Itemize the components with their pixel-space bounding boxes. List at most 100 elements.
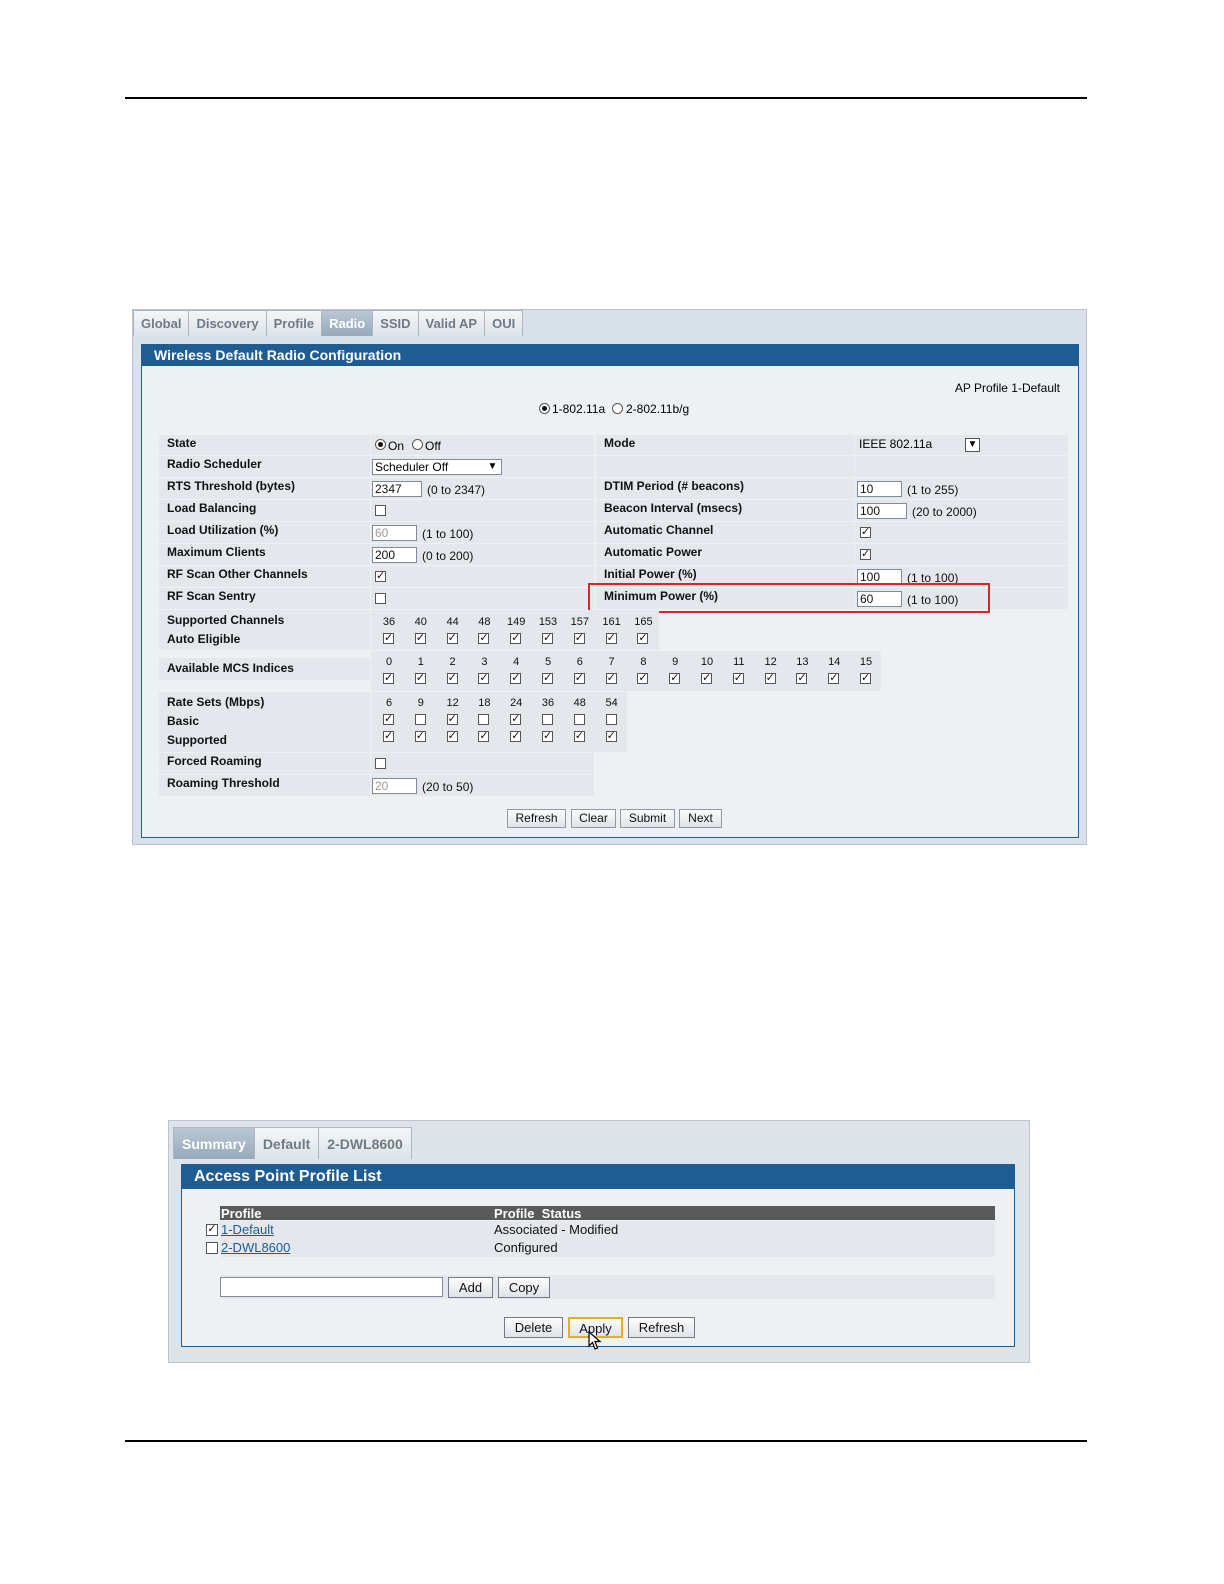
channel-checkbox[interactable] <box>510 633 522 644</box>
load-balancing-cell <box>371 500 594 521</box>
auto-power-checkbox[interactable] <box>860 549 871 560</box>
mcs-checkbox[interactable] <box>542 673 553 684</box>
next-button[interactable]: Next <box>679 809 722 828</box>
profile-2-checkbox[interactable] <box>206 1242 218 1254</box>
tab-ssid[interactable]: SSID <box>372 310 419 336</box>
rate-number: 54 <box>605 697 618 709</box>
rate-checkbox[interactable] <box>510 714 522 725</box>
mcs-checkbox[interactable] <box>701 673 712 684</box>
load-balancing-checkbox[interactable] <box>375 505 386 516</box>
rate-number: 36 <box>541 697 555 709</box>
rate-checkbox[interactable] <box>605 731 617 742</box>
refresh-button[interactable]: Refresh <box>507 809 566 828</box>
new-profile-input[interactable] <box>220 1277 443 1297</box>
mcs-checkbox[interactable] <box>828 673 840 684</box>
rate-checkbox[interactable] <box>414 731 426 742</box>
rf-scan-sentry-checkbox[interactable] <box>375 593 386 604</box>
rate-checkbox[interactable] <box>446 731 458 742</box>
rate-checkbox[interactable] <box>478 714 490 725</box>
rf-scan-other-checkbox[interactable] <box>375 571 386 582</box>
tab-discovery[interactable]: Discovery <box>188 310 267 336</box>
channel-checkbox[interactable] <box>637 633 649 644</box>
rts-input[interactable]: 2347 <box>372 481 422 497</box>
profile-1-link[interactable]: 1-Default <box>221 1222 274 1237</box>
channel-number: 44 <box>446 616 459 628</box>
profile-2-link[interactable]: 2-DWL8600 <box>221 1240 290 1255</box>
channel-checkbox[interactable] <box>542 633 553 644</box>
state-off-label: Off <box>425 439 441 453</box>
channel-checkbox[interactable] <box>478 633 490 644</box>
rate-checkbox[interactable] <box>414 714 426 725</box>
state-value-cell <box>371 435 594 455</box>
auto-power-cell <box>855 544 1068 565</box>
config-tabs: Global Discovery Profile Radio SSID Vali… <box>133 310 524 337</box>
add-button[interactable]: Add <box>448 1277 493 1298</box>
channel-checkbox[interactable] <box>446 633 458 644</box>
rate-checkbox[interactable] <box>478 731 490 742</box>
submit-button[interactable]: Submit <box>620 809 675 828</box>
mcs-checkbox[interactable] <box>764 673 776 684</box>
mcs-number: 4 <box>513 656 520 668</box>
load-utilization-label: Load Utilization (%) <box>159 522 370 543</box>
tab-radio[interactable]: Radio <box>321 310 374 336</box>
roaming-threshold-input[interactable]: 20 <box>372 778 417 794</box>
tab-2-dwl8600[interactable]: 2-DWL8600 <box>318 1127 412 1159</box>
state-off-radio[interactable] <box>412 439 423 450</box>
delete-button[interactable]: Delete <box>504 1317 563 1338</box>
tab-oui[interactable]: OUI <box>484 310 524 336</box>
radio-2-802-11bg[interactable] <box>612 403 623 414</box>
auto-channel-checkbox[interactable] <box>860 527 871 538</box>
channel-checkbox[interactable] <box>383 633 394 644</box>
mcs-number: 8 <box>640 656 647 668</box>
rate-checkbox[interactable] <box>542 714 553 725</box>
refresh-button[interactable]: Refresh <box>628 1317 695 1338</box>
rate-checkbox[interactable] <box>573 731 585 742</box>
scheduler-select[interactable]: Scheduler Off ▼ <box>372 459 502 475</box>
tab-profile[interactable]: Profile <box>265 310 323 336</box>
dtim-input[interactable]: 10 <box>857 481 902 497</box>
rate-checkbox[interactable] <box>605 714 617 725</box>
mcs-checkbox[interactable] <box>637 673 649 684</box>
mcs-checkbox[interactable] <box>605 673 617 684</box>
profile-1-checkbox[interactable] <box>206 1224 218 1236</box>
mcs-checkbox[interactable] <box>446 673 458 684</box>
radio-config-screenshot: Global Discovery Profile Radio SSID Vali… <box>132 309 1087 845</box>
channel-checkbox[interactable] <box>414 633 426 644</box>
forced-roaming-checkbox[interactable] <box>375 758 386 769</box>
tab-global[interactable]: Global <box>133 310 190 336</box>
beacon-input[interactable]: 100 <box>857 503 907 519</box>
rate-checkbox[interactable] <box>510 731 522 742</box>
mcs-checkbox[interactable] <box>860 673 871 684</box>
rate-checkbox[interactable] <box>542 731 553 742</box>
mcs-checkbox[interactable] <box>510 673 522 684</box>
channel-checkbox[interactable] <box>605 633 617 644</box>
state-on-radio[interactable] <box>375 439 386 450</box>
mcs-checkbox[interactable] <box>573 673 585 684</box>
mcs-checkbox[interactable] <box>478 673 490 684</box>
rate-checkbox[interactable] <box>446 714 458 725</box>
load-utilization-input[interactable]: 60 <box>372 525 417 541</box>
chevron-down-icon: ▼ <box>965 438 980 452</box>
tab-valid-ap[interactable]: Valid AP <box>417 310 486 336</box>
channel-checkbox[interactable] <box>573 633 585 644</box>
rate-checkbox[interactable] <box>573 714 585 725</box>
rf-scan-sentry-cell <box>371 588 594 609</box>
rate-checkbox[interactable] <box>383 714 394 725</box>
min-power-highlight <box>588 583 990 613</box>
auto-eligible-label: Auto Eligible <box>167 632 241 646</box>
mcs-checkbox[interactable] <box>796 673 808 684</box>
copy-button[interactable]: Copy <box>498 1277 550 1298</box>
rf-scan-other-label: RF Scan Other Channels <box>159 566 370 587</box>
mcs-checkbox[interactable] <box>414 673 426 684</box>
max-clients-input[interactable]: 200 <box>372 547 417 563</box>
rate-checkbox[interactable] <box>383 731 394 742</box>
radio-1-802-11a[interactable] <box>539 403 550 414</box>
clear-button[interactable]: Clear <box>571 809 616 828</box>
tab-summary[interactable]: Summary <box>173 1127 255 1159</box>
mcs-checkbox[interactable] <box>732 673 744 684</box>
mcs-checkbox[interactable] <box>669 673 681 684</box>
state-on-label: On <box>388 439 405 453</box>
mode-select[interactable]: IEEE 802.11a ▼ <box>857 437 982 453</box>
mcs-checkbox[interactable] <box>383 673 394 684</box>
tab-default[interactable]: Default <box>253 1127 320 1159</box>
